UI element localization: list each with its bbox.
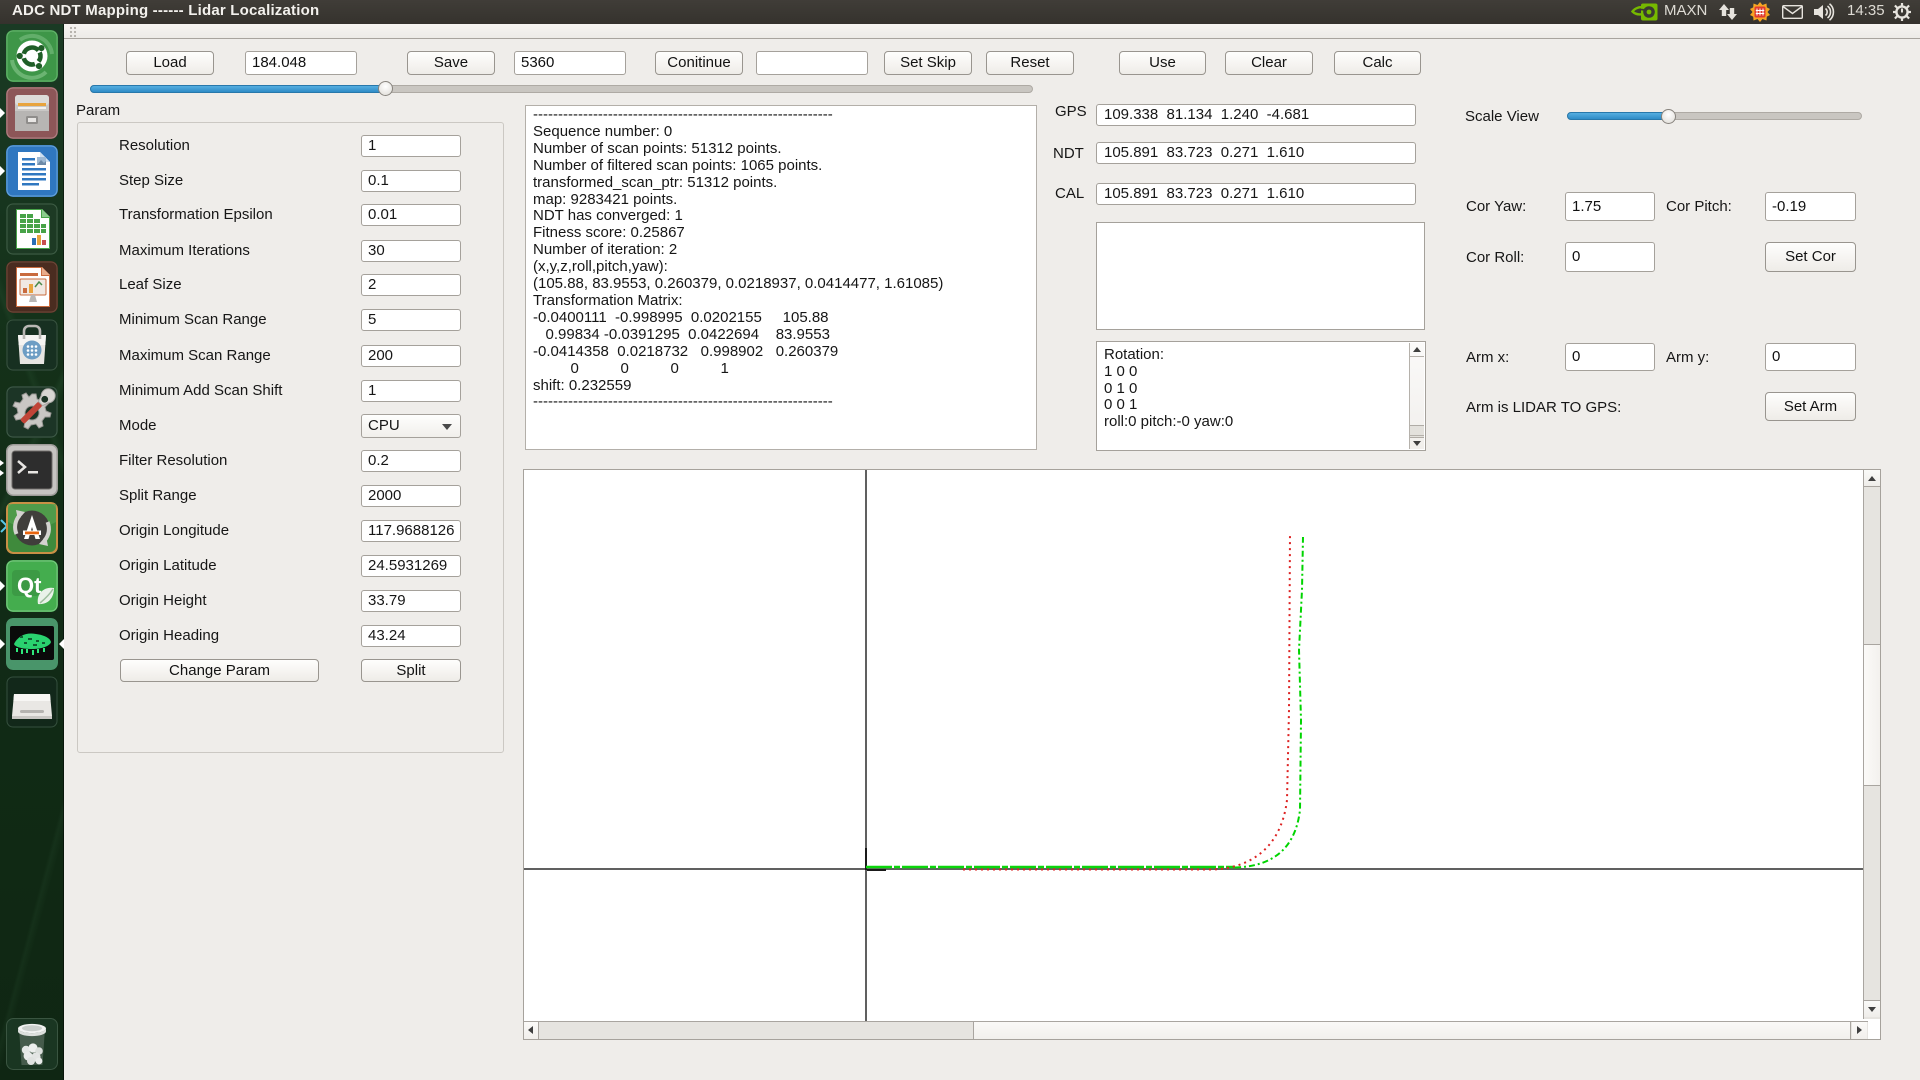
- svg-text:Qt: Qt: [17, 573, 42, 598]
